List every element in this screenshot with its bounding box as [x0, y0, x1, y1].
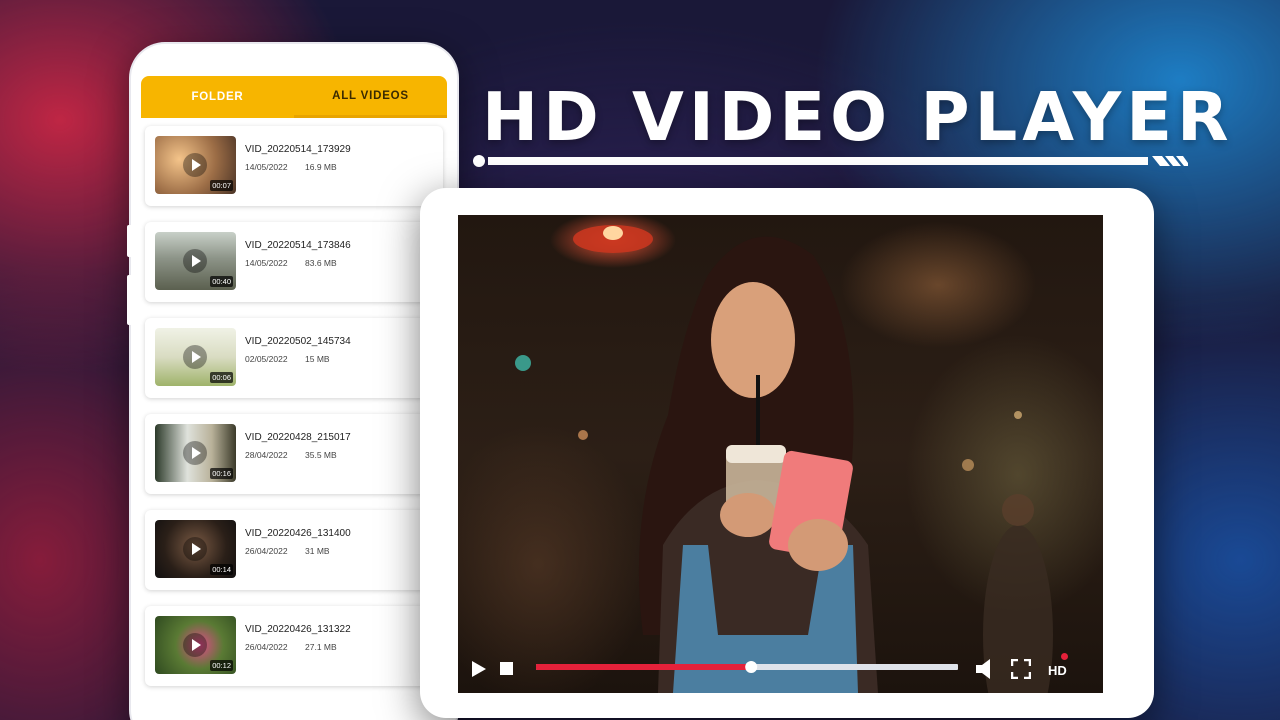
play-icon [183, 153, 207, 177]
video-size: 31 MB [305, 546, 330, 556]
video-duration: 00:07 [210, 180, 233, 191]
play-icon [183, 345, 207, 369]
video-list-item[interactable]: 00:16 VID_20220428_215017 28/04/2022 35.… [145, 414, 443, 494]
video-thumbnail: 00:06 [155, 328, 236, 386]
video-duration: 00:16 [210, 468, 233, 479]
stop-icon[interactable] [500, 662, 513, 675]
title-underline [473, 155, 1188, 167]
video-list-item[interactable]: 00:06 VID_20220502_145734 02/05/2022 15 … [145, 318, 443, 398]
video-thumbnail: 00:16 [155, 424, 236, 482]
volume-icon[interactable] [976, 659, 994, 679]
video-date: 28/04/2022 [245, 450, 288, 460]
video-frame [515, 225, 1053, 693]
video-date: 26/04/2022 [245, 642, 288, 652]
video-size: 15 MB [305, 354, 330, 364]
fullscreen-icon[interactable] [1011, 659, 1031, 679]
video-duration: 00:14 [210, 564, 233, 575]
phone-frame: FOLDER ALL VIDEOS 00:07 VID_20220514_173… [131, 44, 457, 720]
hd-indicator-dot [1061, 653, 1068, 660]
play-icon[interactable] [472, 661, 486, 677]
video-duration: 00:12 [210, 660, 233, 671]
video-thumbnail: 00:07 [155, 136, 236, 194]
video-name: VID_20220426_131400 [245, 528, 351, 539]
hd-icon[interactable]: HD [1048, 653, 1072, 681]
play-icon [183, 249, 207, 273]
phone-side-button [127, 275, 132, 325]
video-thumbnail: 00:12 [155, 616, 236, 674]
tab-all-videos[interactable]: ALL VIDEOS [294, 76, 447, 118]
play-icon [183, 537, 207, 561]
video-date: 26/04/2022 [245, 546, 288, 556]
video-date: 02/05/2022 [245, 354, 288, 364]
page-title: HD VIDEO PLAYER [482, 78, 1234, 156]
video-name: VID_20220502_145734 [245, 336, 351, 347]
tab-bar: FOLDER ALL VIDEOS [141, 76, 447, 118]
video-list: 00:07 VID_20220514_173929 14/05/2022 16.… [145, 126, 443, 702]
video-list-item[interactable]: 00:07 VID_20220514_173929 14/05/2022 16.… [145, 126, 443, 206]
video-list-item[interactable]: 00:12 VID_20220426_131322 26/04/2022 27.… [145, 606, 443, 686]
tab-folder[interactable]: FOLDER [141, 76, 294, 118]
video-name: VID_20220426_131322 [245, 624, 351, 635]
video-thumbnail: 00:40 [155, 232, 236, 290]
video-list-item[interactable]: 00:40 VID_20220514_173846 14/05/2022 83.… [145, 222, 443, 302]
video-size: 16.9 MB [305, 162, 337, 172]
play-icon [183, 441, 207, 465]
video-size: 83.6 MB [305, 258, 337, 268]
hd-label: HD [1048, 663, 1067, 678]
video-thumbnail: 00:14 [155, 520, 236, 578]
video-size: 27.1 MB [305, 642, 337, 652]
player-controls: HD [458, 651, 1103, 693]
video-screen[interactable]: HD [458, 215, 1103, 693]
seek-bar[interactable] [536, 659, 958, 675]
video-name: VID_20220514_173929 [245, 144, 351, 155]
phone-side-button [127, 225, 132, 257]
play-icon [183, 633, 207, 657]
video-date: 14/05/2022 [245, 258, 288, 268]
video-duration: 00:06 [210, 372, 233, 383]
video-name: VID_20220514_173846 [245, 240, 351, 251]
video-duration: 00:40 [210, 276, 233, 287]
video-date: 14/05/2022 [245, 162, 288, 172]
video-list-item[interactable]: 00:14 VID_20220426_131400 26/04/2022 31 … [145, 510, 443, 590]
video-size: 35.5 MB [305, 450, 337, 460]
video-name: VID_20220428_215017 [245, 432, 351, 443]
